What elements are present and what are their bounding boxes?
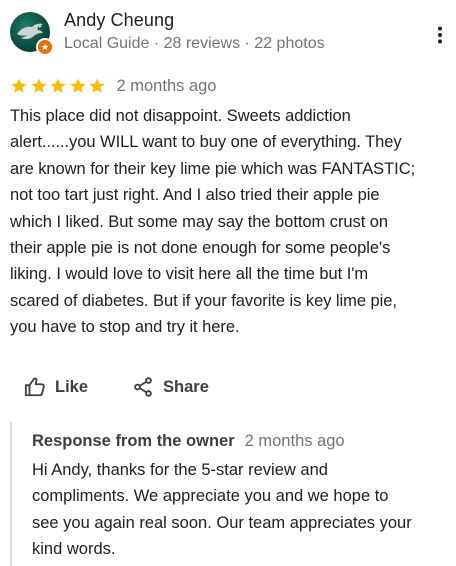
reviewer-meta: Local Guide · 28 reviews · 22 photos — [64, 35, 325, 52]
more-vert-icon — [438, 26, 442, 44]
reviewer-avatar[interactable] — [10, 12, 54, 56]
star-icon — [89, 78, 105, 93]
local-guide-badge-icon — [36, 38, 54, 56]
owner-response-date: 2 months ago — [244, 432, 345, 450]
star-icon — [70, 78, 85, 93]
star-icon — [31, 78, 46, 93]
owner-response-heading: Response from the owner 2 months ago — [32, 432, 345, 451]
owner-response-text: Hi Andy, thanks for the 5-star review an… — [32, 461, 412, 559]
owner-response-label: Response from the owner — [32, 432, 235, 450]
more-options-button[interactable] — [428, 22, 452, 48]
reviewer-name[interactable]: Andy Cheung — [64, 10, 174, 31]
review-actions: Like Share — [24, 370, 209, 404]
like-button[interactable]: Like — [24, 376, 88, 398]
share-icon — [134, 377, 152, 397]
star-icon — [11, 78, 27, 93]
like-label: Like — [55, 377, 89, 396]
owner-response: Response from the owner 2 months ago Hi … — [10, 422, 452, 566]
review-text: This place did not disappoint. Sweets ad… — [10, 107, 416, 337]
review-date: 2 months ago — [116, 76, 217, 95]
share-label: Share — [163, 377, 209, 396]
share-button[interactable]: Share — [132, 376, 209, 398]
star-rating — [10, 77, 108, 95]
thumbs-up-icon — [24, 377, 45, 397]
rating-row: 2 months ago — [10, 74, 216, 98]
star-icon — [50, 78, 66, 93]
